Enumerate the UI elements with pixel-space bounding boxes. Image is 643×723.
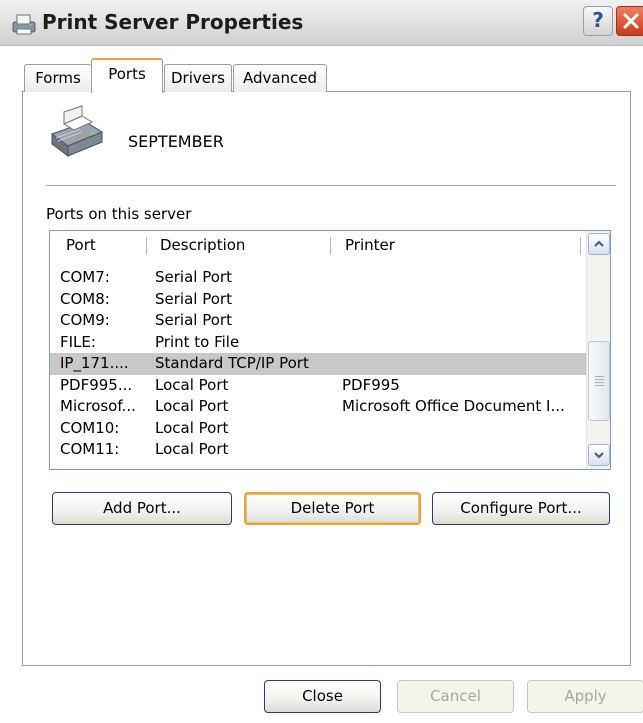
scroll-down-button[interactable]	[588, 444, 610, 466]
cell-port: COM8:	[60, 289, 110, 308]
delete-port-button[interactable]: Delete Port	[244, 492, 421, 525]
tab-drivers[interactable]: Drivers	[164, 64, 232, 92]
print-server-properties-window: Print Server Properties ? Forms Ports Dr…	[0, 0, 643, 723]
cell-printer: Microsoft Office Document I...	[342, 397, 565, 415]
grip-line	[595, 385, 604, 386]
cell-description: Local Port	[155, 440, 229, 458]
tab-advanced[interactable]: Advanced	[233, 64, 327, 92]
ports-list[interactable]: Port Description Printer COM7: Serial Po…	[49, 230, 611, 470]
scroll-up-button[interactable]	[588, 233, 610, 255]
vertical-scrollbar[interactable]	[586, 231, 610, 469]
grip-line	[595, 376, 604, 377]
cell-description: Serial Port	[155, 268, 232, 286]
column-divider[interactable]	[330, 237, 331, 255]
cell-port: COM7:	[60, 268, 110, 286]
column-divider[interactable]	[580, 237, 581, 255]
add-port-button[interactable]: Add Port...	[52, 492, 232, 525]
cell-description: Local Port	[155, 375, 229, 394]
list-row[interactable]: COM11: Local Port	[50, 439, 586, 461]
configure-port-button[interactable]: Configure Port...	[432, 492, 610, 525]
list-row[interactable]: COM10: Local Port	[50, 418, 586, 440]
cell-port: COM9:	[60, 311, 110, 329]
list-row[interactable]: COM9: Serial Port	[50, 310, 586, 332]
close-button[interactable]: Close	[264, 680, 381, 713]
close-window-button[interactable]	[616, 6, 643, 36]
cell-port: FILE:	[60, 332, 96, 351]
list-row[interactable]: COM7: Serial Port	[50, 267, 586, 289]
cell-description: Serial Port	[155, 311, 232, 329]
grip-line	[595, 382, 604, 383]
column-header-description[interactable]: Description	[160, 231, 245, 259]
list-row[interactable]: PDF995... Local Port PDF995	[50, 375, 586, 397]
cell-port: Microsof...	[60, 397, 136, 415]
grip-line	[595, 379, 604, 380]
cell-port: COM10:	[60, 418, 120, 437]
list-row[interactable]: Microsof... Local Port Microsoft Office …	[50, 396, 586, 418]
cell-description: Local Port	[155, 397, 229, 415]
scroll-thumb[interactable]	[588, 341, 610, 421]
window-title: Print Server Properties	[42, 10, 304, 34]
apply-button[interactable]: Apply	[527, 680, 643, 713]
column-divider[interactable]	[146, 237, 147, 255]
ports-list-label: Ports on this server	[46, 205, 192, 223]
separator	[46, 185, 616, 187]
column-header-port[interactable]: Port	[66, 231, 96, 259]
tab-forms[interactable]: Forms	[24, 64, 92, 92]
list-row[interactable]: COM8: Serial Port	[50, 289, 586, 311]
list-row-selected[interactable]: IP_171.... Standard TCP/IP Port	[50, 353, 586, 375]
tab-ports[interactable]: Ports	[91, 58, 163, 93]
server-name: SEPTEMBER	[128, 132, 224, 151]
cell-port: PDF995...	[60, 375, 133, 394]
title-bar[interactable]: Print Server Properties ?	[0, 0, 643, 46]
cell-description: Standard TCP/IP Port	[155, 354, 309, 372]
cell-description: Local Port	[155, 418, 229, 437]
help-button[interactable]: ?	[583, 6, 613, 36]
cell-description: Serial Port	[155, 289, 232, 308]
printer-icon	[46, 104, 106, 160]
list-rows: COM7: Serial Port COM8: Serial Port COM9…	[50, 267, 586, 461]
cell-port: IP_171....	[60, 354, 129, 372]
list-header: Port Description Printer	[50, 231, 586, 259]
printer-server-icon	[10, 12, 38, 36]
cell-port: COM11:	[60, 440, 120, 458]
cell-description: Print to File	[155, 332, 240, 351]
cancel-button[interactable]: Cancel	[397, 680, 514, 713]
column-header-printer[interactable]: Printer	[345, 231, 395, 259]
list-row[interactable]: FILE: Print to File	[50, 332, 586, 354]
cell-printer: PDF995	[342, 375, 400, 394]
